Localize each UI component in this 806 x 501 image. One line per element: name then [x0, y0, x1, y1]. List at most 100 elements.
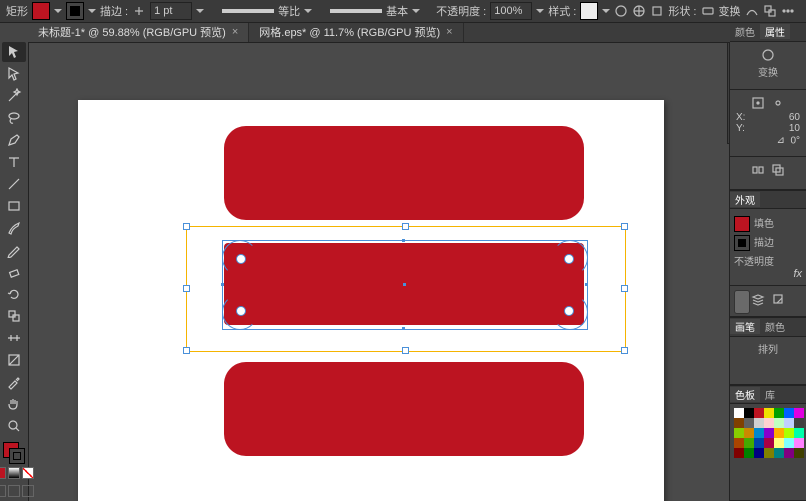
handle-tr[interactable] — [621, 223, 628, 230]
swatch-cell[interactable] — [734, 428, 744, 438]
brush-tool[interactable] — [2, 218, 26, 238]
swatch-cell[interactable] — [754, 428, 764, 438]
swatch-cell[interactable] — [774, 448, 784, 458]
corner-widget-bl[interactable] — [236, 306, 246, 316]
color-mode-solid[interactable] — [0, 467, 6, 479]
style-dropdown[interactable] — [602, 9, 610, 13]
pathfinder-panel-icon[interactable] — [771, 163, 785, 177]
style-swatch[interactable] — [580, 2, 598, 20]
appearance-opacity-label[interactable]: 不透明度 — [734, 253, 802, 268]
handle-mr[interactable] — [621, 285, 628, 292]
swatch-cell[interactable] — [774, 438, 784, 448]
fill-dropdown[interactable] — [54, 9, 62, 13]
shape-icon[interactable] — [701, 4, 715, 18]
color-wheel-icon[interactable] — [761, 48, 775, 62]
swatch-cell[interactable] — [744, 418, 754, 428]
handle-ml[interactable] — [183, 285, 190, 292]
corner-widget-tl[interactable] — [236, 254, 246, 264]
corner-widget-tr[interactable] — [564, 254, 574, 264]
swatch-cell[interactable] — [774, 408, 784, 418]
x-value[interactable]: 60 — [789, 112, 800, 123]
pen-tool[interactable] — [2, 130, 26, 150]
width-tool[interactable] — [2, 328, 26, 348]
canvas-area[interactable] — [28, 42, 730, 501]
stroke-swatch[interactable] — [66, 2, 84, 20]
stroke-box[interactable] — [9, 448, 25, 464]
appearance-stroke-swatch[interactable] — [734, 235, 750, 251]
swatch-cell[interactable] — [774, 428, 784, 438]
align-panel-icon[interactable] — [751, 163, 765, 177]
line-tool[interactable] — [2, 174, 26, 194]
opacity-input[interactable]: 100% — [490, 2, 532, 20]
magic-wand-tool[interactable] — [2, 86, 26, 106]
swatch-cell[interactable] — [744, 438, 754, 448]
handle-bl[interactable] — [183, 347, 190, 354]
draw-behind[interactable] — [8, 485, 20, 497]
swatch-cell[interactable] — [784, 408, 794, 418]
swatch-cell[interactable] — [734, 448, 744, 458]
fill-swatch[interactable] — [32, 2, 50, 20]
type-tool[interactable] — [2, 152, 26, 172]
swatch-cell[interactable] — [764, 438, 774, 448]
swatch-cell[interactable] — [754, 448, 764, 458]
handle-bm[interactable] — [402, 347, 409, 354]
swatch-cell[interactable] — [754, 418, 764, 428]
appearance-fill-swatch[interactable] — [734, 216, 750, 232]
swatch-cell[interactable] — [784, 428, 794, 438]
center-point[interactable] — [403, 283, 406, 286]
tab-brush[interactable]: 画笔 — [730, 319, 760, 334]
brush-dropdown[interactable] — [412, 9, 420, 13]
swatch-cell[interactable] — [754, 438, 764, 448]
panel-collapse-grip[interactable] — [734, 290, 750, 314]
lasso-tool[interactable] — [2, 108, 26, 128]
handle-tl[interactable] — [183, 223, 190, 230]
tab-color[interactable]: 颜色 — [730, 24, 760, 39]
corner-widget-br[interactable] — [564, 306, 574, 316]
doc-setup-icon[interactable] — [614, 4, 628, 18]
profile-dropdown[interactable] — [304, 9, 312, 13]
swatch-cell[interactable] — [794, 428, 804, 438]
fx-button[interactable]: fx — [793, 268, 802, 280]
draw-inside[interactable] — [22, 485, 34, 497]
stroke-weight-dropdown[interactable] — [196, 9, 204, 13]
direct-select-tool[interactable] — [2, 64, 26, 84]
swatch-cell[interactable] — [744, 448, 754, 458]
stroke-profile-sample[interactable] — [222, 9, 274, 13]
tab-properties[interactable]: 属性 — [760, 24, 790, 39]
layers-icon[interactable] — [751, 292, 765, 306]
color-mode-gradient[interactable] — [8, 467, 20, 479]
scale-tool[interactable] — [2, 306, 26, 326]
gradient-tool[interactable] — [2, 350, 26, 370]
swatch-cell[interactable] — [764, 428, 774, 438]
tab-brush-2[interactable]: 颜色 — [760, 319, 790, 334]
handle-br[interactable] — [621, 347, 628, 354]
swatch-cell[interactable] — [764, 448, 774, 458]
rounded-rect-1[interactable] — [224, 126, 584, 220]
envelope-icon[interactable] — [745, 4, 759, 18]
swatch-cell[interactable] — [764, 418, 774, 428]
ref-point-icon[interactable] — [751, 96, 765, 110]
swatch-cell[interactable] — [734, 438, 744, 448]
swatch-cell[interactable] — [794, 418, 804, 428]
brush-sort-label[interactable]: 排列 — [734, 341, 802, 356]
swatch-cell[interactable] — [794, 448, 804, 458]
appearance-tab[interactable]: 外观 — [730, 192, 760, 207]
swatch-cell[interactable] — [744, 428, 754, 438]
anchor[interactable] — [585, 283, 588, 286]
recolor-icon[interactable] — [632, 4, 646, 18]
eyedropper-tool[interactable] — [2, 372, 26, 392]
eraser-tool[interactable] — [2, 262, 26, 282]
arrange-icon[interactable] — [763, 4, 777, 18]
anchor[interactable] — [402, 239, 405, 242]
hand-tool[interactable] — [2, 394, 26, 414]
handle-tm[interactable] — [402, 223, 409, 230]
more-icon[interactable] — [781, 4, 795, 18]
swatch-cell[interactable] — [744, 408, 754, 418]
swatch-cell[interactable] — [794, 408, 804, 418]
close-icon[interactable]: × — [446, 26, 452, 38]
color-mode-none[interactable] — [22, 467, 34, 479]
swatch-cell[interactable] — [784, 448, 794, 458]
tab-libraries[interactable]: 库 — [760, 387, 780, 402]
tab-doc-1[interactable]: 未标题-1* @ 59.88% (RGB/GPU 预览) × — [28, 22, 249, 42]
swatch-cell[interactable] — [784, 438, 794, 448]
